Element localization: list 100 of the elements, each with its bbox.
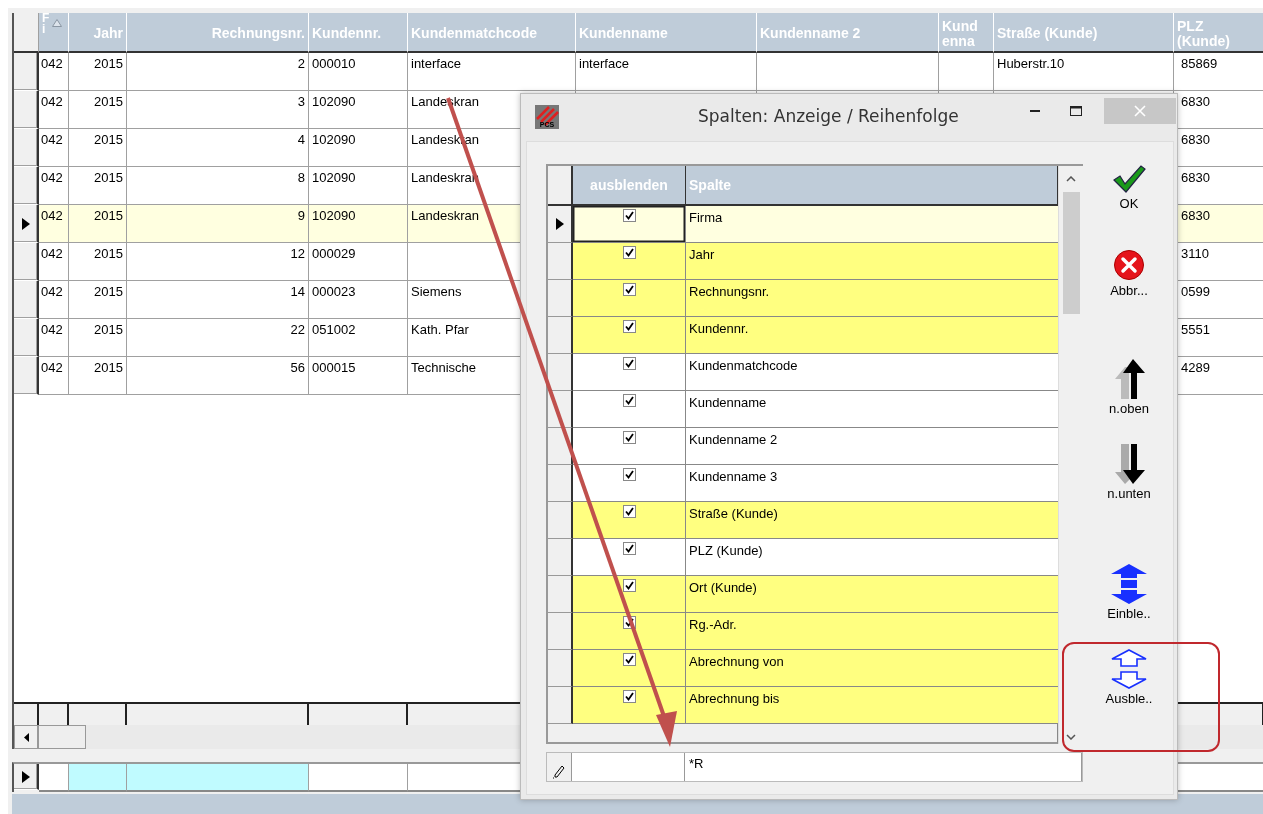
scroll-up-icon[interactable] bbox=[1066, 176, 1076, 182]
check-icon bbox=[1112, 164, 1146, 194]
checkmark-icon bbox=[624, 692, 634, 701]
table-cell: 000023 bbox=[309, 281, 408, 319]
checkbox[interactable] bbox=[622, 468, 636, 481]
table-cell[interactable]: Kundenname bbox=[686, 391, 1058, 428]
ok-button[interactable]: OK bbox=[1084, 164, 1174, 211]
filter-cell[interactable] bbox=[69, 764, 127, 792]
row-header[interactable] bbox=[548, 613, 573, 650]
table-cell: Huberstr.10 bbox=[994, 53, 1174, 91]
move-up-button[interactable]: n.oben bbox=[1084, 359, 1174, 416]
row-header[interactable] bbox=[548, 354, 573, 391]
table-cell[interactable]: Abrechnung bis bbox=[686, 687, 1058, 724]
table-cell: interface bbox=[408, 53, 576, 91]
table-cell: 22 bbox=[127, 319, 309, 357]
table-cell[interactable]: Ort (Kunde) bbox=[686, 576, 1058, 613]
checkmark-icon bbox=[624, 396, 634, 405]
table-cell[interactable]: Abrechnung von bbox=[686, 650, 1058, 687]
table-cell: 2015 bbox=[69, 91, 127, 129]
row-header[interactable] bbox=[14, 91, 39, 129]
row-header[interactable] bbox=[14, 281, 39, 319]
row-header[interactable] bbox=[14, 357, 39, 395]
table-cell: 12 bbox=[127, 243, 309, 281]
filter-cell[interactable] bbox=[39, 764, 69, 792]
row-header[interactable] bbox=[548, 502, 573, 539]
row-header[interactable] bbox=[14, 167, 39, 205]
move-down-button[interactable]: n.unten bbox=[1084, 444, 1174, 501]
table-cell: 2015 bbox=[69, 319, 127, 357]
checkbox[interactable] bbox=[622, 320, 636, 333]
checkbox[interactable] bbox=[622, 283, 636, 296]
row-header[interactable] bbox=[548, 465, 573, 502]
maximize-icon bbox=[1070, 106, 1082, 116]
table-cell: 102090 bbox=[309, 205, 408, 243]
table-cell: 2015 bbox=[69, 205, 127, 243]
table-cell: 4 bbox=[127, 129, 309, 167]
checkmark-icon bbox=[624, 211, 634, 220]
double-arrow-icon bbox=[1109, 564, 1149, 604]
checkmark-icon bbox=[624, 470, 634, 479]
checkbox[interactable] bbox=[622, 690, 636, 703]
hide-all-button[interactable]: Ausble.. bbox=[1084, 649, 1174, 706]
checkbox[interactable] bbox=[622, 357, 636, 370]
row-header[interactable] bbox=[548, 539, 573, 576]
checkmark-icon bbox=[624, 581, 634, 590]
row-header[interactable] bbox=[14, 243, 39, 281]
scroll-down-icon[interactable] bbox=[1066, 734, 1076, 740]
row-pointer-icon bbox=[21, 770, 30, 783]
checkbox[interactable] bbox=[622, 246, 636, 259]
row-header[interactable] bbox=[14, 53, 39, 91]
checkbox[interactable] bbox=[622, 653, 636, 666]
table-cell: 000029 bbox=[309, 243, 408, 281]
checkmark-icon bbox=[624, 248, 634, 257]
checkbox[interactable] bbox=[622, 431, 636, 444]
row-header[interactable] bbox=[548, 687, 573, 724]
table-cell: 85869 bbox=[1174, 53, 1263, 91]
checkmark-icon bbox=[624, 322, 634, 331]
row-header[interactable] bbox=[548, 243, 573, 280]
table-cell[interactable]: Rechnungsnr. bbox=[686, 280, 1058, 317]
scroll-thumb[interactable] bbox=[38, 725, 86, 749]
row-header[interactable] bbox=[548, 576, 573, 613]
table-cell bbox=[939, 53, 994, 91]
row-header[interactable] bbox=[14, 764, 39, 790]
checkmark-icon bbox=[624, 655, 634, 664]
filter-cell[interactable] bbox=[309, 764, 408, 792]
row-header[interactable] bbox=[548, 317, 573, 354]
table-cell: 042 bbox=[39, 205, 69, 243]
table-cell: 102090 bbox=[309, 91, 408, 129]
cancel-button[interactable]: Abbr... bbox=[1084, 249, 1174, 298]
table-cell[interactable]: Kundennr. bbox=[686, 317, 1058, 354]
row-header[interactable] bbox=[548, 280, 573, 317]
table-cell[interactable]: Kundenname 2 bbox=[686, 428, 1058, 465]
checkbox[interactable] bbox=[622, 209, 636, 222]
corner-cell bbox=[14, 13, 39, 53]
checkbox[interactable] bbox=[622, 579, 636, 592]
table-cell: 2015 bbox=[69, 129, 127, 167]
row-header[interactable] bbox=[14, 129, 39, 167]
table-cell: 14 bbox=[127, 281, 309, 319]
table-cell[interactable]: Straße (Kunde) bbox=[686, 502, 1058, 539]
table-cell: 042 bbox=[39, 319, 69, 357]
double-arrow-outline-icon bbox=[1109, 649, 1149, 689]
table-cell[interactable]: PLZ (Kunde) bbox=[686, 539, 1058, 576]
checkbox[interactable] bbox=[622, 394, 636, 407]
row-header[interactable] bbox=[14, 205, 39, 243]
checkbox[interactable] bbox=[622, 542, 636, 555]
checkmark-icon bbox=[624, 359, 634, 368]
table-cell[interactable]: Jahr bbox=[686, 243, 1058, 280]
row-header[interactable] bbox=[548, 206, 573, 243]
scroll-thumb[interactable] bbox=[1063, 192, 1080, 314]
table-cell[interactable]: Kundenname 3 bbox=[686, 465, 1058, 502]
cancel-icon bbox=[1113, 249, 1145, 281]
scroll-left-button[interactable] bbox=[14, 725, 38, 749]
table-cell[interactable]: Rg.-Adr. bbox=[686, 613, 1058, 650]
filter-cell[interactable] bbox=[127, 764, 309, 792]
table-cell[interactable]: Firma bbox=[686, 206, 1058, 243]
table-cell[interactable]: Kundenmatchcode bbox=[686, 354, 1058, 391]
checkbox[interactable] bbox=[622, 505, 636, 518]
row-header[interactable] bbox=[14, 319, 39, 357]
row-header[interactable] bbox=[548, 650, 573, 687]
show-all-button[interactable]: Einble.. bbox=[1084, 564, 1174, 621]
checkmark-icon bbox=[624, 544, 634, 553]
table-cell: 102090 bbox=[309, 129, 408, 167]
